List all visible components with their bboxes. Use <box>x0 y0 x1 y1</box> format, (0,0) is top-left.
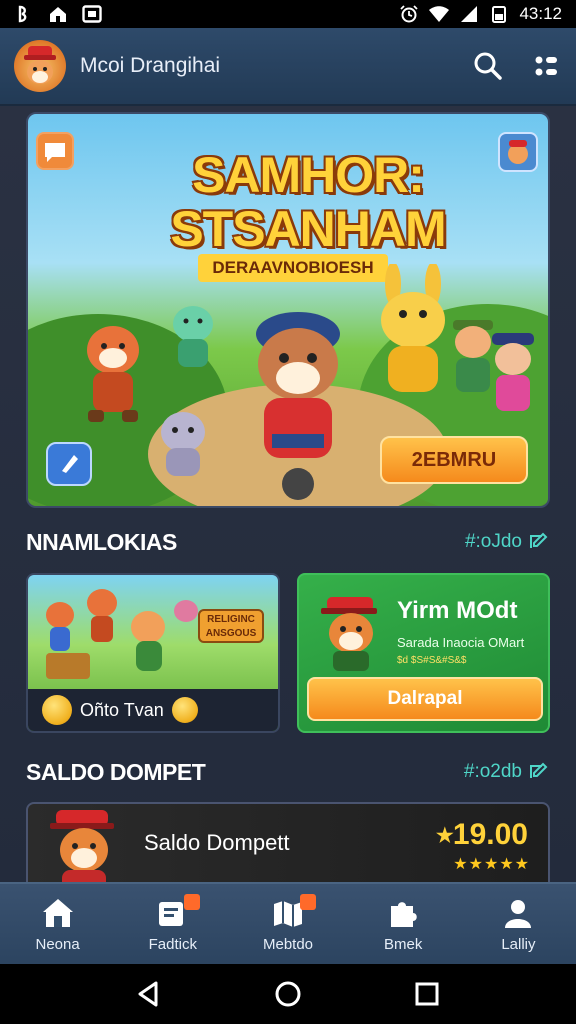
section-see-all-link[interactable]: #:oJdo <box>465 531 550 553</box>
hero-badge-right[interactable] <box>498 132 538 172</box>
hero-title: SAMHOR: STSANHAM <box>170 147 446 257</box>
hero-banner[interactable]: SAMHOR: STSANHAM DERAAVNOBIOESH 2EBMRU <box>26 112 550 508</box>
game-card-right[interactable]: Yirm MOdt Sarada Inaocia OMart $d $S#S&#… <box>297 573 550 733</box>
status-bar: 43:12 <box>0 0 576 28</box>
nav-label: Fadtick <box>148 935 197 953</box>
card-left-footer: Oñto Tvan <box>28 689 278 731</box>
search-icon <box>474 52 502 80</box>
nav-label: Mebtdo <box>262 935 314 953</box>
recents-icon[interactable] <box>412 979 442 1009</box>
bottom-navigation: Neona Fadtick Mebtdo Bmek Lalliy <box>0 882 576 964</box>
nav-item-map[interactable]: Mebtdo <box>230 884 345 964</box>
back-icon[interactable] <box>134 979 164 1009</box>
home-status-icon <box>50 7 66 22</box>
section-header-wallet: SALDO DOMPET #:o2db <box>26 756 550 788</box>
section-title: NNAMLOKIAS <box>26 528 177 555</box>
card-left-characters <box>46 589 198 679</box>
card-right-title: Yirm MOdt <box>397 597 518 624</box>
home-icon <box>42 898 73 927</box>
nav-item-home[interactable]: Neona <box>0 884 115 964</box>
mascot-icon <box>24 46 56 84</box>
nav-label: Lalliy <box>501 935 536 953</box>
smile-coin-icon <box>171 697 198 723</box>
card-left-label: Oñto Tvan <box>80 699 164 720</box>
section-header-featured: NNAMLOKIAS #:oJdo <box>26 526 550 558</box>
wallet-amount: ⭑19.00 <box>436 818 528 851</box>
nav-item-inbox[interactable]: Fadtick <box>115 884 230 964</box>
card-left-sign: RELIGINC ANSGOUS <box>198 609 264 643</box>
coin-icon <box>42 695 72 725</box>
card-right-detail: $d $S#S&#S&$ <box>397 655 467 666</box>
character-kid-pink <box>492 333 534 411</box>
notification-badge <box>184 894 201 910</box>
home-circle-icon[interactable] <box>273 979 303 1009</box>
nav-item-puzzle[interactable]: Bmek <box>346 884 461 964</box>
wifi-icon <box>429 6 450 22</box>
hero-cta-button[interactable]: 2EBMRU <box>380 436 528 484</box>
menu-button[interactable] <box>530 50 562 82</box>
edit-icon <box>530 762 548 778</box>
status-time: 43:12 <box>519 4 562 23</box>
app-bar: Mcoi Drangihai <box>0 28 576 106</box>
chat-icon <box>45 143 65 162</box>
card-right-button[interactable]: Dalrapal <box>307 677 543 721</box>
avatar-icon <box>508 140 528 164</box>
character-cat-grey <box>161 412 205 476</box>
app-logo[interactable] <box>14 40 66 92</box>
puzzle-icon <box>391 901 417 927</box>
phone-icon <box>62 455 78 473</box>
nav-item-profile[interactable]: Lalliy <box>461 884 576 964</box>
signal-icon <box>461 6 478 22</box>
section-title: SALDO DOMPET <box>26 758 206 785</box>
section-link-label: #:o2db <box>463 761 522 782</box>
search-button[interactable] <box>472 50 504 82</box>
system-navigation-bar <box>0 964 576 1024</box>
notification-badge <box>299 894 316 910</box>
notification-icon <box>18 5 27 23</box>
wallet-label: Saldo Dompett <box>144 830 290 855</box>
user-icon <box>505 899 532 928</box>
wallet-balance-card[interactable]: Saldo Dompett ⭑19.00 ★★★★★ <box>26 802 550 882</box>
alarm-icon <box>400 5 419 23</box>
battery-icon <box>492 6 507 23</box>
grid-menu-icon <box>535 56 557 76</box>
main-content: SAMHOR: STSANHAM DERAAVNOBIOESH 2EBMRU N… <box>0 106 576 882</box>
hero-play-button[interactable] <box>46 442 92 486</box>
section-link-label: #:oJdo <box>464 531 522 552</box>
section-see-all-link[interactable]: #:o2db <box>464 761 550 783</box>
card-right-subtitle: Sarada Inaocia OMart <box>397 635 525 650</box>
wallet-mascot <box>50 810 114 882</box>
app-status-icon <box>82 5 102 23</box>
game-card-left[interactable]: RELIGINC ANSGOUS Oñto Tvan <box>26 573 280 733</box>
nav-label: Neona <box>35 935 80 953</box>
character-hero-dog <box>256 312 340 500</box>
wallet-rating-stars: ★★★★★ <box>453 854 530 873</box>
hero-badge-left[interactable] <box>36 132 74 170</box>
app-title: Mcoi Drangihai <box>80 54 221 77</box>
edit-icon <box>530 532 548 548</box>
nav-label: Bmek <box>384 935 423 953</box>
card-right-mascot <box>321 597 377 671</box>
